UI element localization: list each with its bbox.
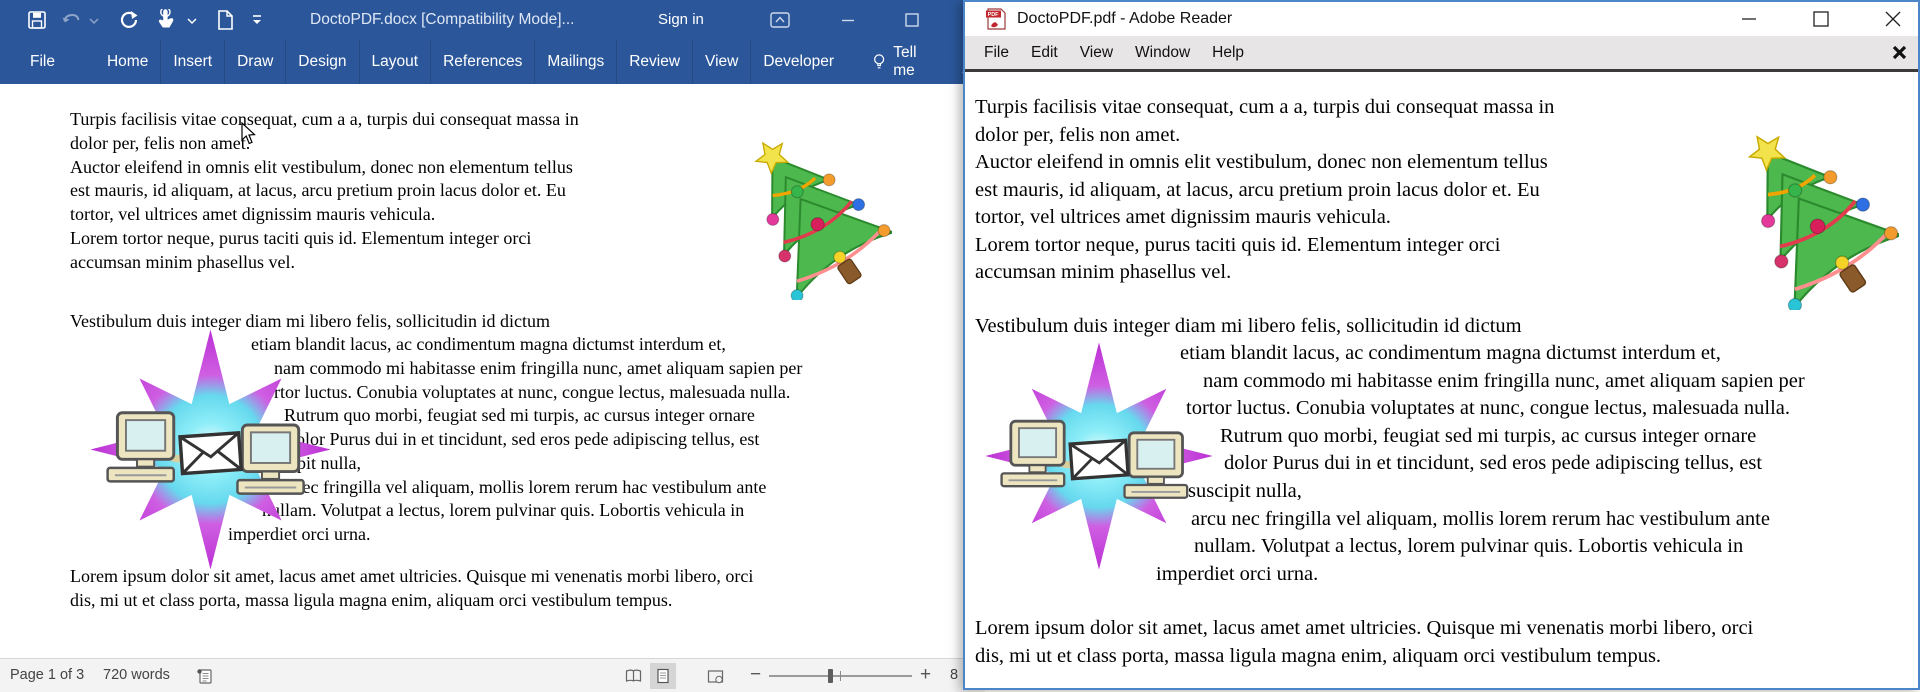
menu-help[interactable]: Help <box>1201 36 1255 69</box>
christmas-tree-image <box>1715 120 1899 310</box>
zoom-in-button[interactable]: + <box>920 659 931 692</box>
pdf-paragraph-1: Turpis facilisis vitae consequat, cum a … <box>975 94 1554 287</box>
adobe-menu-bar: File Edit View Window Help <box>965 36 1918 69</box>
pdf-paragraph-2-line: etiam blandit lacus, ac condimentum magn… <box>1180 340 1721 368</box>
adobe-maximize-button[interactable] <box>1807 6 1835 32</box>
lightbulb-icon <box>872 51 886 73</box>
undo-icon[interactable] <box>60 9 82 31</box>
word-paragraph-2-line: Rutrum quo morbi, feugiat sed mi turpis,… <box>284 404 755 428</box>
adobe-close-button[interactable] <box>1879 6 1907 32</box>
word-status-bar: Page 1 of 3 720 words − + <box>0 658 985 692</box>
touch-mode-icon[interactable] <box>154 9 176 31</box>
pdf-paragraph-2-line: Rutrum quo morbi, feugiat sed mi turpis,… <box>1220 423 1756 451</box>
tab-mailings[interactable]: Mailings <box>534 40 616 84</box>
save-icon[interactable] <box>26 9 48 31</box>
pdf-paragraph-2-line: nam commodo mi habitasse enim fringilla … <box>1203 368 1805 396</box>
tab-home[interactable]: Home <box>95 40 160 84</box>
pdf-paragraph-3: Lorem ipsum dolor sit amet, lacus amet a… <box>975 615 1753 670</box>
new-document-icon[interactable] <box>214 9 236 31</box>
word-window: DoctoPDF.docx [Compatibility Mode]... Si… <box>0 0 985 692</box>
word-titlebar: DoctoPDF.docx [Compatibility Mode]... Si… <box>0 0 985 40</box>
pdf-file-icon: PDF <box>983 7 1009 31</box>
starburst-computers-image[interactable] <box>70 327 351 572</box>
tell-me-label: Tell me <box>893 44 937 80</box>
word-ribbon-tabs: File Home Insert Draw Design Layout Refe… <box>0 40 985 84</box>
zoom-percentage[interactable]: 8 <box>950 659 958 692</box>
redo-icon[interactable] <box>118 9 140 31</box>
word-paragraph-3: Lorem ipsum dolor sit amet, lacus amet a… <box>70 565 753 613</box>
tab-design[interactable]: Design <box>285 40 358 84</box>
pdf-paragraph-2-line: tortor luctus. Conubia voluptates at nun… <box>1186 395 1790 423</box>
read-mode-button[interactable] <box>620 663 646 689</box>
tab-layout[interactable]: Layout <box>359 40 431 84</box>
starburst-computers-image <box>980 340 1218 572</box>
tab-references[interactable]: References <box>430 40 534 84</box>
customize-qat-icon[interactable] <box>250 9 264 31</box>
adobe-reader-window: PDF DoctoPDF.pdf - Adobe Reader File Edi… <box>963 0 1920 690</box>
word-title: DoctoPDF.docx [Compatibility Mode]... <box>310 0 574 40</box>
menu-file[interactable]: File <box>973 36 1020 69</box>
mouse-cursor <box>240 122 256 146</box>
christmas-tree-image[interactable] <box>724 128 892 300</box>
undo-dropdown-icon[interactable] <box>88 9 100 31</box>
zoom-slider-handle[interactable] <box>828 669 833 683</box>
tab-review[interactable]: Review <box>616 40 692 84</box>
menu-window[interactable]: Window <box>1124 36 1201 69</box>
word-paragraph-1: Turpis facilisis vitae consequat, cum a … <box>70 108 579 275</box>
print-layout-button[interactable] <box>650 663 676 689</box>
touch-mode-dropdown-icon[interactable] <box>186 9 198 31</box>
zoom-out-button[interactable]: − <box>750 659 761 692</box>
toolbar-close-icon[interactable] <box>1891 44 1908 61</box>
pdf-paragraph-2-line: Vestibulum duis integer diam mi libero f… <box>975 313 1522 341</box>
tab-insert[interactable]: Insert <box>160 40 224 84</box>
menu-edit[interactable]: Edit <box>1020 36 1069 69</box>
pdf-paragraph-2-line: arcu nec fringilla vel aliquam, mollis l… <box>1191 506 1770 534</box>
maximize-button[interactable] <box>898 6 926 34</box>
proofing-errors-icon[interactable] <box>196 667 214 685</box>
pdf-paragraph-2-line: dolor Purus dui in et tincidunt, sed ero… <box>1224 450 1762 478</box>
minimize-button[interactable] <box>834 6 862 34</box>
ribbon-display-options-icon[interactable] <box>766 6 794 34</box>
adobe-title: DoctoPDF.pdf - Adobe Reader <box>1017 2 1232 36</box>
svg-text:PDF: PDF <box>988 12 999 18</box>
zoom-slider-center-tick <box>840 671 841 681</box>
word-document-page[interactable]: Turpis facilisis vitae consequat, cum a … <box>0 84 985 658</box>
menu-view[interactable]: View <box>1069 36 1124 69</box>
tab-draw[interactable]: Draw <box>224 40 285 84</box>
tell-me-box[interactable]: Tell me <box>872 40 937 84</box>
adobe-minimize-button[interactable] <box>1735 6 1763 32</box>
adobe-titlebar: PDF DoctoPDF.pdf - Adobe Reader <box>965 2 1918 36</box>
word-count[interactable]: 720 words <box>103 659 170 692</box>
web-layout-button[interactable] <box>702 663 728 689</box>
word-paragraph-2-line: dolor Purus dui in et tincidunt, sed ero… <box>287 428 759 452</box>
tab-file[interactable]: File <box>18 40 67 84</box>
tab-view[interactable]: View <box>692 40 750 84</box>
word-paragraph-2-line: nam commodo mi habitasse enim fringilla … <box>274 357 802 381</box>
page-indicator[interactable]: Page 1 of 3 <box>10 659 84 692</box>
pdf-document-page[interactable]: Turpis facilisis vitae consequat, cum a … <box>965 72 1918 688</box>
pdf-paragraph-2-line: nullam. Volutpat a lectus, lorem pulvina… <box>1194 533 1743 561</box>
sign-in-button[interactable]: Sign in <box>658 0 704 40</box>
tab-developer[interactable]: Developer <box>750 40 846 84</box>
